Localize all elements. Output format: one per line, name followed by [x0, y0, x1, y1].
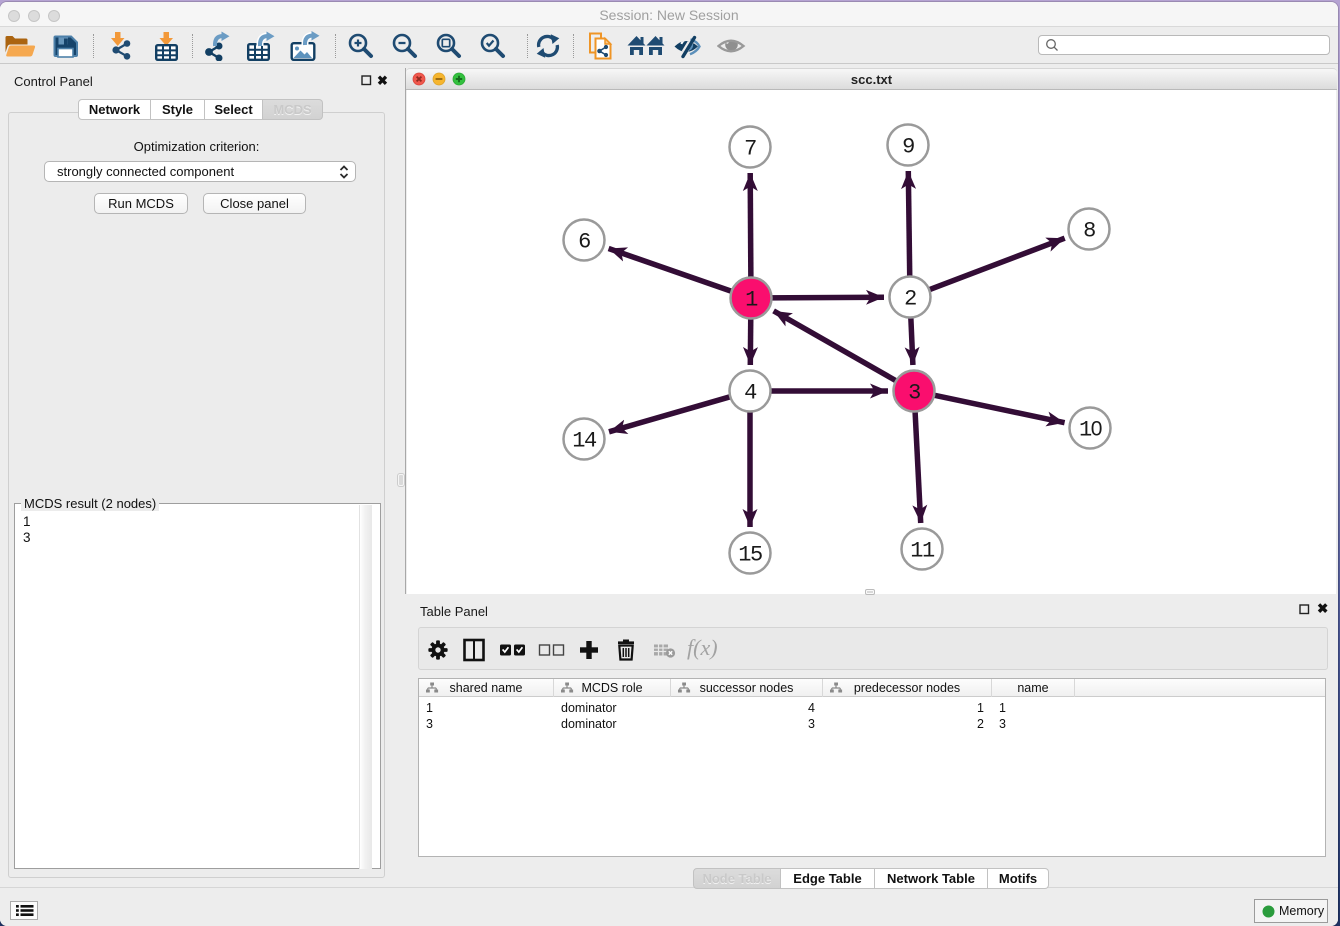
- svg-text:10: 10: [1079, 418, 1102, 443]
- svg-text:11: 11: [910, 539, 935, 564]
- svg-text:15: 15: [738, 543, 762, 568]
- svg-text:9: 9: [902, 135, 914, 160]
- svg-text:8: 8: [1083, 219, 1095, 244]
- svg-text:14: 14: [572, 429, 597, 454]
- svg-text:3: 3: [908, 381, 920, 406]
- svg-text:1: 1: [745, 288, 758, 313]
- svg-text:7: 7: [744, 137, 756, 162]
- svg-text:4: 4: [744, 381, 757, 406]
- svg-text:2: 2: [904, 287, 916, 312]
- svg-text:6: 6: [578, 230, 590, 255]
